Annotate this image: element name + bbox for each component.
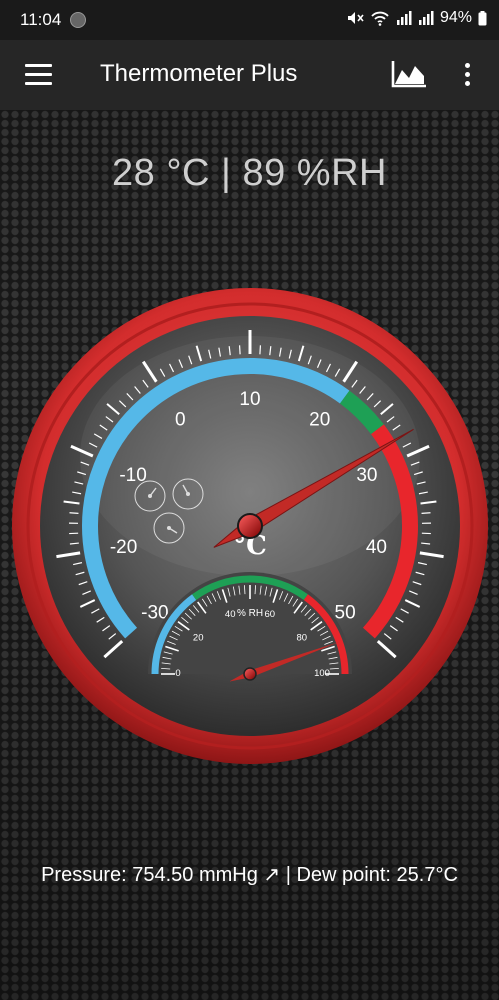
thermometer-scale-label: -20 <box>110 537 137 558</box>
app-title: Thermometer Plus <box>100 60 298 87</box>
menu-icon-bar <box>25 82 52 85</box>
hygrometer-tick <box>244 585 246 595</box>
signal-icon <box>396 11 412 25</box>
status-bar: 11:04 94% <box>0 0 499 40</box>
menu-button[interactable] <box>25 64 53 86</box>
wifi-icon <box>371 11 389 26</box>
signal-icon <box>418 11 434 25</box>
hygrometer-scale-label: 60 <box>264 609 275 620</box>
thermometer-scale-label: 0 <box>175 410 186 431</box>
status-time: 11:04 <box>20 10 62 29</box>
status-icons: 94% <box>346 9 487 27</box>
thermometer-scale-label: 20 <box>309 410 330 431</box>
more-vert-icon-dot <box>465 81 470 86</box>
hygrometer-hub <box>243 667 257 681</box>
hygrometer-scale-label: 20 <box>193 632 204 643</box>
thermometer-scale-label: 40 <box>366 537 387 558</box>
thermometer-tick <box>259 345 262 355</box>
thermometer-tick <box>69 512 79 515</box>
hygrometer-scale-label: 40 <box>225 609 236 620</box>
thermometer-scale-label: 50 <box>335 603 356 624</box>
chart-button[interactable] <box>390 58 428 90</box>
battery-icon <box>478 10 487 25</box>
thermometer-hub <box>237 513 263 539</box>
battery-percent: 94% <box>439 9 472 26</box>
thermometer-tick <box>421 512 431 515</box>
hygrometer-tick <box>254 585 256 595</box>
app-bar: Thermometer Plus <box>0 40 499 110</box>
more-options-button[interactable] <box>458 60 478 90</box>
pressure-dewpoint-text: Pressure: 754.50 mmHg ↗ | Dew point: 25.… <box>41 864 458 886</box>
thermometer-scale-label: 30 <box>356 465 377 486</box>
hygrometer-scale-label: 0 <box>175 668 180 679</box>
hygrometer-tick <box>329 668 339 670</box>
thermo-hygrometer-gauge: -30-20-1001020304050 °C 02040 6080100 % R… <box>12 288 488 764</box>
thermometer-scale-label: 10 <box>239 389 260 410</box>
menu-icon <box>25 64 52 67</box>
hygrometer-scale-label: 100 <box>314 668 330 679</box>
hygrometer-unit: % RH <box>237 608 263 619</box>
temperature-humidity-reading: 28 °C | 89 %RH <box>112 152 387 194</box>
area-chart-icon <box>391 61 426 88</box>
hygrometer-scale-label: 80 <box>296 632 307 643</box>
thermometer-tick <box>238 345 241 355</box>
hygrometer-tick <box>161 668 171 670</box>
main-area: 28 °C | 89 %RH -30 -20 -10 0 10 20 30 40 50 °C <box>0 110 499 1000</box>
more-vert-icon-dot <box>465 72 470 77</box>
mute-icon <box>347 12 364 24</box>
notification-icon <box>70 12 86 28</box>
menu-icon-bar <box>25 73 52 76</box>
more-vert-icon <box>465 63 470 68</box>
